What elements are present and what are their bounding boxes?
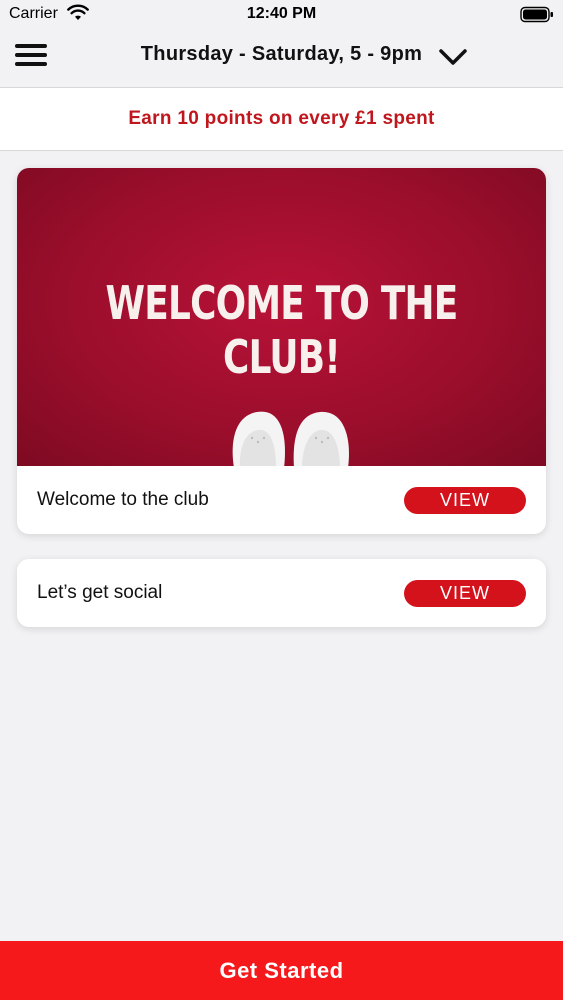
status-time: 12:40 PM [246,5,317,22]
points-banner: Earn 10 points on every £1 spent [0,88,563,151]
offer-card-social[interactable]: Let’s get social VIEW [17,559,546,627]
view-button[interactable]: VIEW [404,486,526,514]
offer-card-welcome[interactable]: WELCOME TO THE CLUB! Welcome to the club… [17,168,546,534]
card-title: Let’s get social [37,582,163,603]
card-footer: Welcome to the club VIEW [17,466,546,534]
card-footer: Let’s get social VIEW [17,559,546,627]
card-title: Welcome to the club [37,489,209,510]
get-started-button[interactable]: Get Started [0,941,563,1000]
card-hero-image-text: WELCOME TO THE CLUB! [105,276,458,384]
view-button[interactable]: VIEW [404,579,526,607]
white-sneakers-image [232,411,349,466]
battery-full-icon [520,6,553,23]
chevron-down-icon[interactable] [438,46,468,68]
nav-bar: Thursday - Saturday, 5 - 9pm [0,30,563,88]
status-bar: Carrier 12:40 PM [0,0,563,30]
card-hero-image: WELCOME TO THE CLUB! [17,168,546,466]
points-banner-text: Earn 10 points on every £1 spent [128,108,435,129]
nav-title[interactable]: Thursday - Saturday, 5 - 9pm [0,43,563,66]
